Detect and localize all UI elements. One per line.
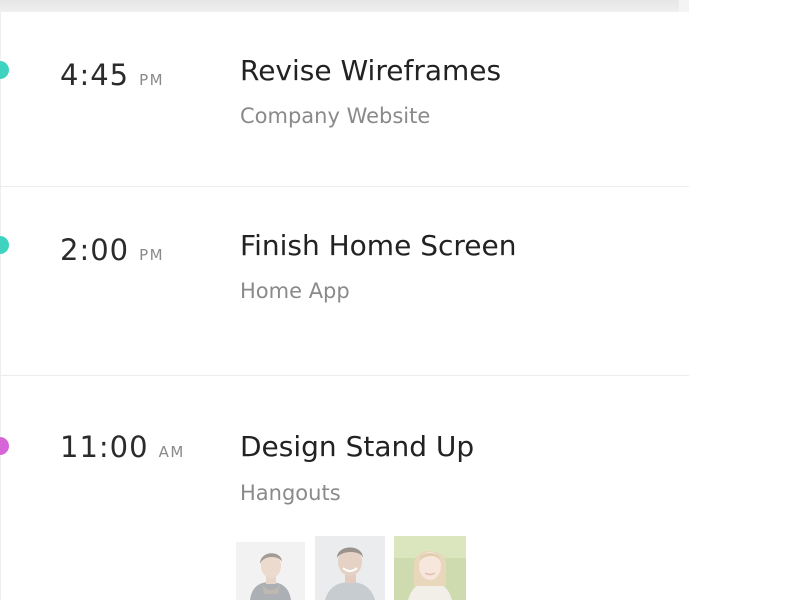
- event-subtitle: Home App: [240, 279, 350, 303]
- event-meridiem: PM: [139, 246, 165, 264]
- event-title: Revise Wireframes: [240, 54, 502, 87]
- event-time-value: 2:00: [60, 233, 130, 267]
- event-item-revise-wireframes[interactable]: 4:45 PM Revise Wireframes Company Website: [0, 12, 689, 186]
- timeline-dot-icon: [0, 61, 9, 79]
- person-avatar-icon: [236, 542, 305, 600]
- schedule-panel: 4:45 PM Revise Wireframes Company Website…: [0, 0, 689, 600]
- event-time: 11:00 AM: [60, 430, 185, 464]
- person-avatar-icon: [394, 536, 466, 600]
- avatar[interactable]: [236, 542, 305, 600]
- event-item-finish-home-screen[interactable]: 2:00 PM Finish Home Screen Home App: [0, 187, 689, 375]
- timeline-dot-icon: [0, 437, 9, 455]
- avatar[interactable]: [394, 536, 466, 600]
- event-meridiem: PM: [139, 71, 165, 89]
- header-image-strip: [0, 0, 689, 12]
- avatar[interactable]: [315, 536, 385, 600]
- event-subtitle: Hangouts: [240, 481, 341, 505]
- person-avatar-icon: [315, 536, 385, 600]
- event-time: 2:00 PM: [60, 233, 164, 267]
- event-meridiem: AM: [158, 443, 185, 461]
- event-subtitle: Company Website: [240, 104, 431, 128]
- event-time: 4:45 PM: [60, 58, 164, 92]
- event-title: Finish Home Screen: [240, 229, 517, 262]
- timeline-dot-icon: [0, 236, 9, 254]
- event-item-design-stand-up[interactable]: 11:00 AM Design Stand Up Hangouts: [0, 376, 689, 600]
- event-title: Design Stand Up: [240, 430, 475, 463]
- event-time-value: 4:45: [60, 58, 130, 92]
- event-time-value: 11:00: [60, 430, 149, 464]
